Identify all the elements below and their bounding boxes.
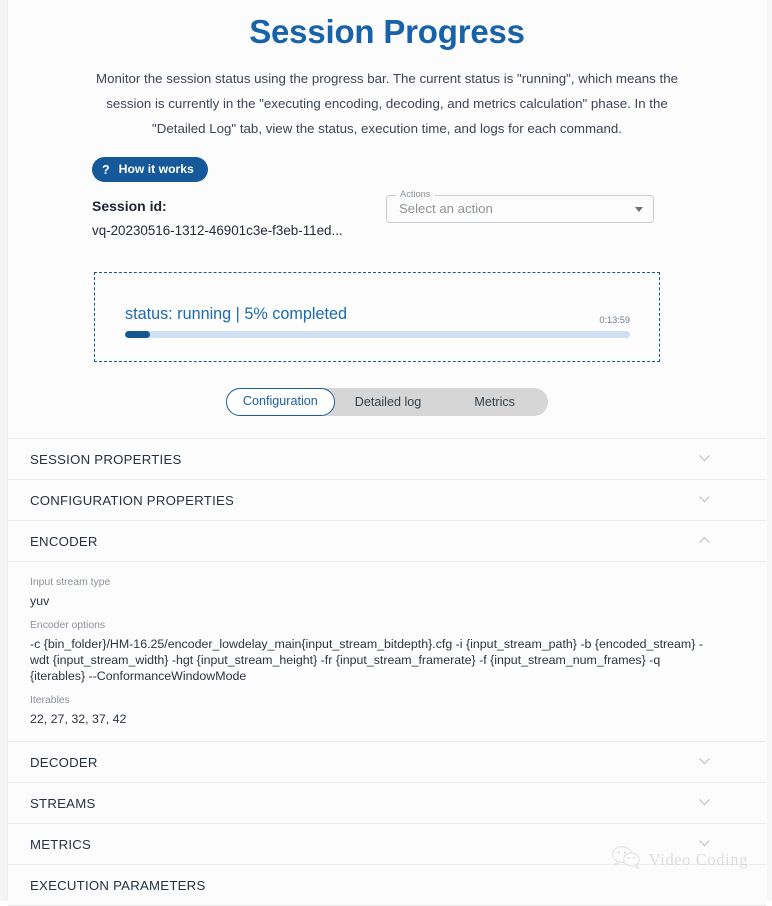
encoder-options-value: -c {bin_folder}/HM-16.25/encoder_lowdela… <box>30 637 703 683</box>
tab-metrics[interactable]: Metrics <box>441 388 548 416</box>
tab-configuration[interactable]: Configuration <box>226 388 335 416</box>
accordion-title: CONFIGURATION PROPERTIES <box>30 492 235 508</box>
progress-status-text: status: running | 5% completed <box>125 305 347 323</box>
accordion-list: SESSION PROPERTIES CONFIGURATION PROPERT… <box>8 438 766 906</box>
input-stream-type-label: Input stream type <box>30 577 111 588</box>
chevron-up-icon[interactable] <box>699 537 710 544</box>
accordion-header-session-properties[interactable]: SESSION PROPERTIES <box>8 438 766 479</box>
tab-detailed-log[interactable]: Detailed log <box>335 388 442 416</box>
actions-select[interactable]: Actions Select an action <box>386 189 654 223</box>
accordion-title: EXECUTION PARAMETERS <box>30 877 206 893</box>
tab-group: Configuration Detailed log Metrics <box>226 388 548 416</box>
accordion-title: ENCODER <box>30 533 98 549</box>
page-content: Session Progress Monitor the session sta… <box>8 0 766 906</box>
accordion-title: SESSION PROPERTIES <box>30 451 182 467</box>
actions-select-value: Select an action <box>399 201 493 216</box>
accordion-header-encoder[interactable]: ENCODER <box>8 520 766 561</box>
app-page: Session Progress Monitor the session sta… <box>0 0 772 906</box>
right-margin-strip <box>767 0 772 901</box>
accordion-title: STREAMS <box>30 795 96 811</box>
accordion-body-encoder: Input stream type yuv Encoder options -c… <box>8 561 766 741</box>
how-it-works-row: ? How it works <box>92 157 766 182</box>
question-mark-icon: ? <box>102 162 110 177</box>
chevron-down-icon[interactable] <box>699 840 710 847</box>
accordion-title: METRICS <box>30 836 92 852</box>
chevron-down-icon[interactable] <box>635 207 643 212</box>
input-stream-type-value: yuv <box>30 594 50 608</box>
accordion-header-decoder[interactable]: DECODER <box>8 741 766 782</box>
how-it-works-button[interactable]: ? How it works <box>92 157 208 182</box>
progress-panel: status: running | 5% completed 0:13:59 <box>94 272 660 362</box>
chevron-down-icon[interactable] <box>699 799 710 806</box>
page-title: Session Progress <box>249 13 525 50</box>
session-id-value: vq-20230516-1312-46901c3e-f3eb-11ed... <box>92 223 343 238</box>
how-it-works-label: How it works <box>118 162 194 176</box>
actions-select-legend: Actions <box>396 189 435 200</box>
progress-timer: 0:13:59 <box>599 315 630 325</box>
session-id-row: Session id: vq-20230516-1312-46901c3e-f3… <box>8 189 766 260</box>
session-id-label: Session id: <box>92 198 167 214</box>
accordion-header-metrics[interactable]: METRICS <box>8 823 766 864</box>
progress-bar-fill <box>125 331 151 338</box>
chevron-down-icon[interactable] <box>699 496 710 503</box>
encoder-options-label: Encoder options <box>30 620 106 631</box>
chevron-down-icon[interactable] <box>699 758 710 765</box>
iterables-label: Iterables <box>30 695 70 706</box>
iterables-value: 22, 27, 32, 37, 42 <box>30 712 127 726</box>
tabs-container: Configuration Detailed log Metrics <box>8 388 766 416</box>
left-margin-strip <box>0 0 8 901</box>
accordion-header-execution-parameters[interactable]: EXECUTION PARAMETERS <box>8 864 766 905</box>
accordion-header-configuration-properties[interactable]: CONFIGURATION PROPERTIES <box>8 479 766 520</box>
accordion-title: DECODER <box>30 754 98 770</box>
accordion-header-streams[interactable]: STREAMS <box>8 782 766 823</box>
chevron-down-icon[interactable] <box>699 455 710 462</box>
page-description: Monitor the session status using the pro… <box>96 71 678 136</box>
progress-bar-track <box>125 331 630 338</box>
